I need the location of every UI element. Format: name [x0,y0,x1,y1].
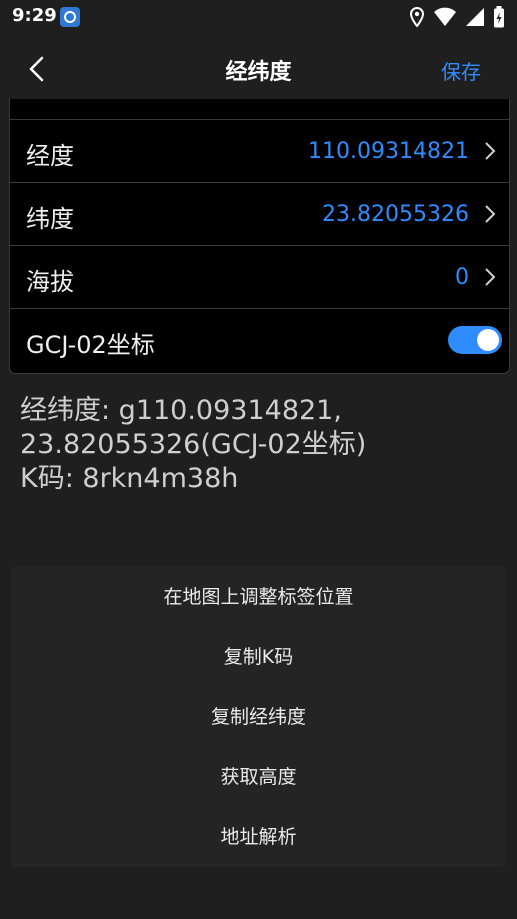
longitude-row[interactable]: 经度 110.09314821 [10,120,509,183]
page-title: 经纬度 [225,60,292,85]
altitude-value: 0 [455,265,469,290]
coordinate-card: 经度 110.09314821 纬度 23.82055326 海拔 0 GCJ-… [9,99,510,374]
app-notification-icon [60,7,80,27]
chevron-right-icon [485,142,496,160]
longitude-label: 经度 [26,142,74,170]
get-altitude-button[interactable]: 获取高度 [11,747,506,807]
chevron-right-icon [485,268,496,286]
top-app-bar: 经纬度 保存 [0,34,517,100]
latitude-value: 23.82055326 [322,202,469,227]
toggle-knob [477,329,499,351]
copy-coordinates-button[interactable]: 复制经纬度 [11,687,506,747]
geocode-address-button[interactable]: 地址解析 [11,807,506,867]
save-button[interactable]: 保存 [441,56,481,85]
battery-icon [494,6,504,28]
gcj02-label: GCJ-02坐标 [26,331,155,359]
action-list: 在地图上调整标签位置 复制K码 复制经纬度 获取高度 地址解析 [11,567,506,867]
status-bar: 9:29 [0,0,517,34]
altitude-label: 海拔 [26,268,74,296]
summary-coordinates-line-2: 23.82055326(GCJ-02坐标) [20,429,367,460]
coordinate-summary: 经纬度: g110.09314821, 23.82055326(GCJ-02坐标… [20,394,500,496]
chevron-right-icon [485,205,496,223]
wifi-icon [434,7,456,26]
copy-k-code-button[interactable]: 复制K码 [11,627,506,687]
summary-k-code: K码: 8rkn4m38h [20,463,239,494]
status-icons [409,6,505,28]
latitude-row[interactable]: 纬度 23.82055326 [10,183,509,246]
location-icon [409,7,425,27]
signal-icon [466,8,484,26]
status-time: 9:29 [12,5,57,26]
latitude-label: 纬度 [26,205,74,233]
card-top-edge [10,99,509,120]
adjust-label-position-button[interactable]: 在地图上调整标签位置 [11,567,506,627]
altitude-row[interactable]: 海拔 0 [10,246,509,309]
longitude-value: 110.09314821 [308,139,469,164]
summary-coordinates-line-1: 经纬度: g110.09314821, [20,395,342,426]
gcj02-toggle[interactable] [448,326,502,354]
gcj02-row: GCJ-02坐标 [10,309,509,371]
